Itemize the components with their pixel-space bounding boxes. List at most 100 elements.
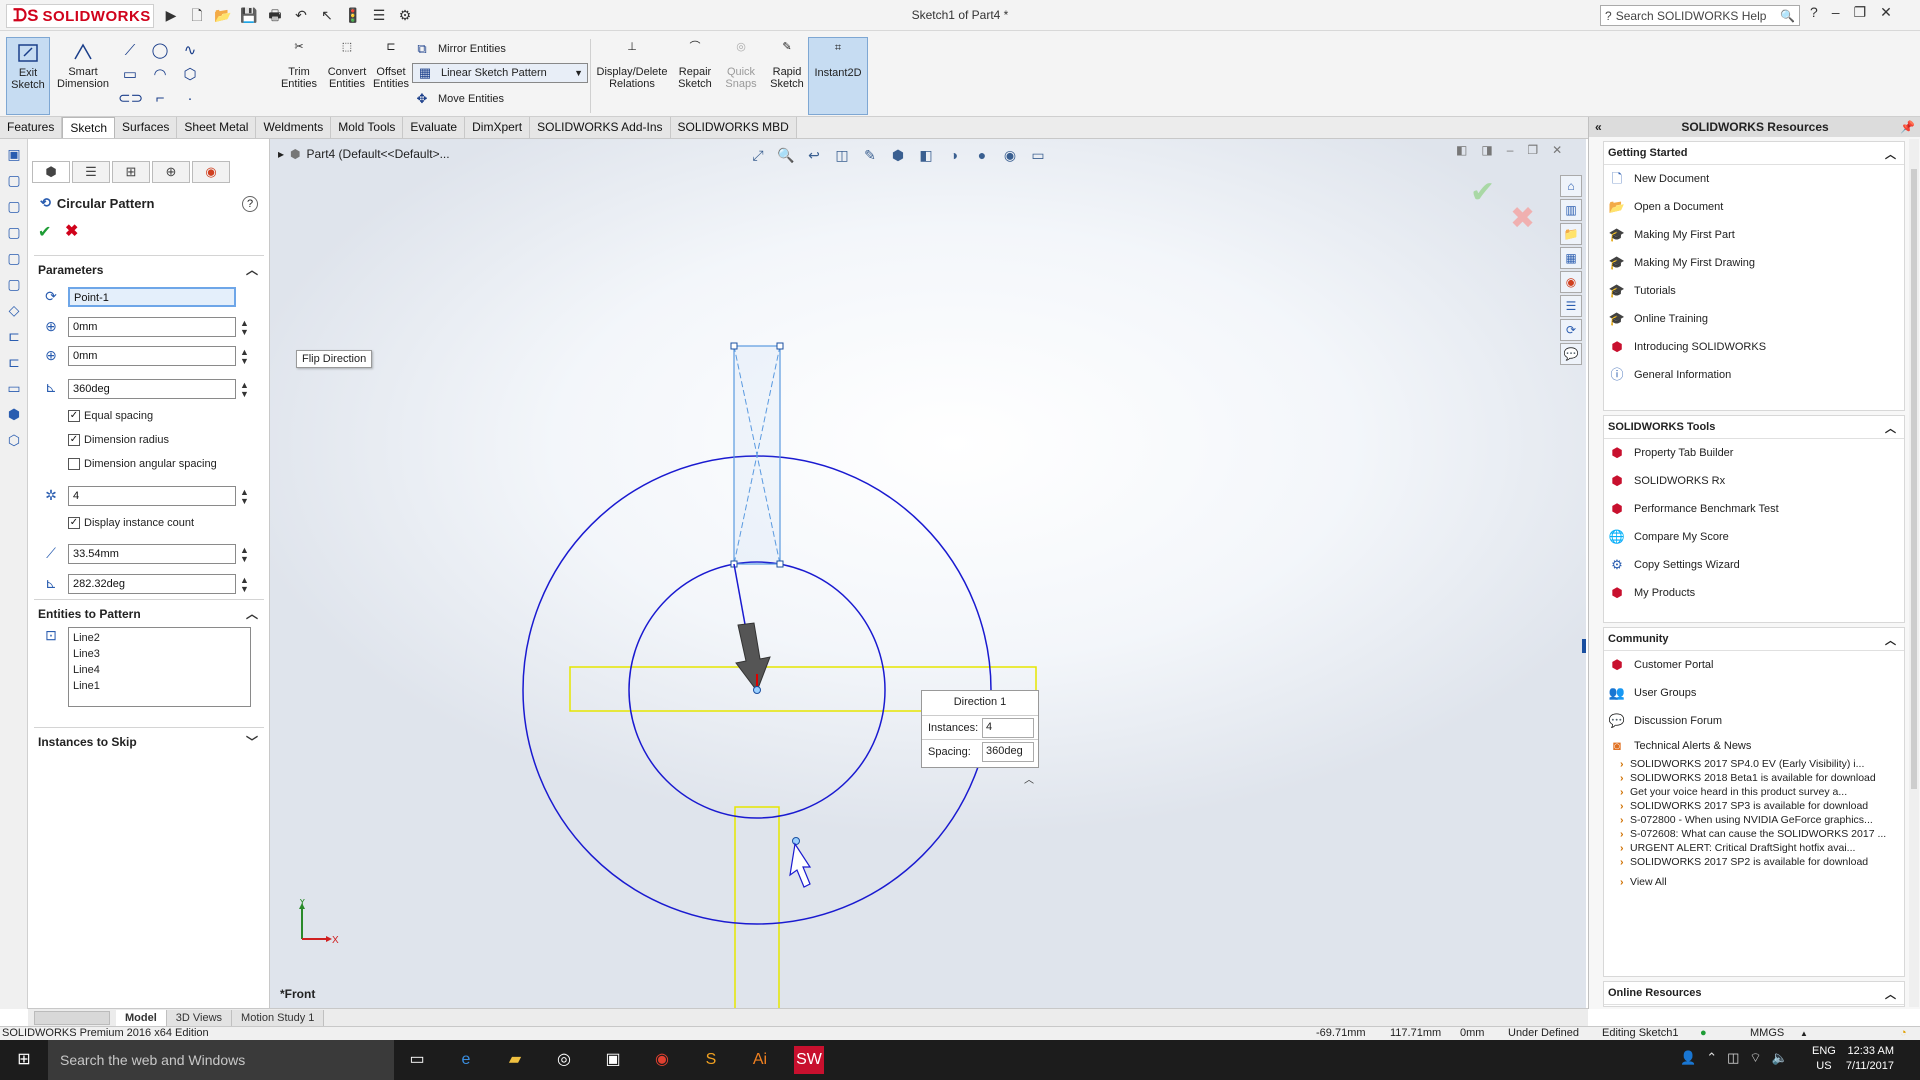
chevron-up-icon[interactable]: ︿ (1885, 420, 1896, 436)
appearances-icon[interactable]: ◉ (1560, 271, 1582, 293)
solidworks-forum-icon[interactable]: ⟳ (1560, 319, 1582, 341)
general-information-link[interactable]: ⓘ General Information (1604, 361, 1904, 389)
tab-sketch[interactable]: Sketch (62, 117, 116, 138)
first-part-link[interactable]: 🎓 Making My First Part (1604, 221, 1904, 249)
dimxpert-manager-tab-icon[interactable]: ⊕ (152, 161, 190, 183)
solidworks-tools-header[interactable]: SOLIDWORKS Tools ︿ (1604, 416, 1904, 439)
options-icon[interactable]: ⚙ (394, 5, 416, 25)
cube-icon[interactable]: ⬢ (3, 403, 25, 425)
center-x-stepper[interactable]: ▲ ▼ (240, 319, 249, 337)
print-icon[interactable]: 🖶 (264, 5, 286, 25)
news-item[interactable]: SOLIDWORKS 2017 SP2 is available for dow… (1604, 855, 1904, 869)
tab-navigation-arrows[interactable] (34, 1010, 110, 1025)
list-item[interactable]: Line1 (73, 678, 246, 694)
unit-system[interactable]: MMGS (1750, 1027, 1784, 1040)
mirror-entities-button[interactable]: ⧉ Mirror Entities (412, 39, 506, 59)
center-y-stepper[interactable]: ▲ ▼ (240, 348, 249, 366)
convert-icon[interactable]: ⊏ (3, 351, 25, 373)
save-icon[interactable]: 💾 (238, 5, 260, 25)
spacing-callout-field[interactable]: 360deg (982, 742, 1034, 762)
up-arrow-icon[interactable]: ⌃ (1706, 1050, 1717, 1066)
tab-sheet-metal[interactable]: Sheet Metal (177, 117, 257, 138)
customer-portal-link[interactable]: ⬢ Customer Portal (1604, 651, 1904, 679)
select-icon[interactable]: ↖ (316, 5, 338, 25)
chevron-down-icon[interactable]: ▼ (574, 68, 583, 78)
radius-field[interactable]: 33.54mm (68, 544, 236, 564)
edge-browser-icon[interactable]: e (451, 1046, 481, 1074)
news-item[interactable]: S-072608: What can cause the SOLIDWORKS … (1604, 827, 1904, 841)
angle-icon[interactable]: ⊾ (40, 377, 62, 399)
rebuild-status-icon[interactable]: ● (1700, 1027, 1707, 1040)
new-document-link[interactable]: 🗋 New Document (1604, 165, 1904, 193)
arc-angle-field[interactable]: 282.32deg (68, 574, 236, 594)
design-library-icon[interactable]: ▥ (1560, 199, 1582, 221)
display-instance-count-checkbox[interactable]: ✓ Display instance count (68, 517, 194, 529)
property-tab-builder-link[interactable]: ⬢ Property Tab Builder (1604, 439, 1904, 467)
equal-spacing-checkbox[interactable]: ✓ Equal spacing (68, 410, 153, 422)
chevron-up-icon[interactable]: ︿ (1885, 986, 1896, 1002)
introducing-solidworks-link[interactable]: ⬢ Introducing SOLIDWORKS (1604, 333, 1904, 361)
offset-icon[interactable]: ⊏ (3, 325, 25, 347)
ok-button[interactable]: ✔ (38, 222, 51, 242)
view-palette-icon[interactable]: ▦ (1560, 247, 1582, 269)
sketch-canvas[interactable] (270, 139, 1586, 1009)
system-clock[interactable]: 12:33 AM 7/11/2017 (1846, 1044, 1894, 1074)
angle-field[interactable]: 360deg (68, 379, 236, 399)
language-indicator[interactable]: ENG US (1812, 1044, 1836, 1074)
chevron-down-icon[interactable]: ﹀ (246, 733, 258, 750)
new-document-icon[interactable]: 🗋 (186, 5, 208, 25)
file-properties-icon[interactable]: ☰ (368, 5, 390, 25)
technical-alerts-link[interactable]: ◙ Technical Alerts & News (1604, 735, 1904, 757)
collapse-callout-icon[interactable]: ︿ (1024, 771, 1034, 786)
cut-icon[interactable]: ◇ (3, 299, 25, 321)
confirm-ok-icon[interactable]: ✔ (1470, 175, 1495, 210)
search-help-input[interactable]: ? Search SOLIDWORKS Help 🔍 (1600, 5, 1800, 26)
fillet-icon[interactable]: ⌐ (148, 89, 172, 109)
open-document-link[interactable]: 📂 Open a Document (1604, 193, 1904, 221)
trim-entities-button[interactable]: ✂ Trim Entities (276, 39, 322, 90)
first-drawing-link[interactable]: 🎓 Making My First Drawing (1604, 249, 1904, 277)
exit-sketch-button[interactable]: Exit Sketch (6, 37, 50, 115)
display-icon[interactable]: ▭ (3, 377, 25, 399)
solidworks-logo[interactable]: ᗪS SOLIDWORKS (6, 4, 154, 28)
undo-icon[interactable]: ↶ (290, 5, 312, 25)
tab-mold-tools[interactable]: Mold Tools (331, 117, 404, 138)
entities-to-pattern-header[interactable]: Entities to Pattern ︿ (38, 607, 260, 621)
feature-manager-tab-icon[interactable]: ☰ (72, 161, 110, 183)
online-resources-header[interactable]: Online Resources ︿ (1604, 982, 1904, 1005)
help-menu-button[interactable]: ? (1810, 4, 1818, 21)
community-header[interactable]: Community ︿ (1604, 628, 1904, 651)
instances-to-skip-header[interactable]: Instances to Skip ﹀ (38, 735, 260, 749)
news-item[interactable]: Get your voice heard in this product sur… (1604, 785, 1904, 799)
list-item[interactable]: Line4 (73, 662, 246, 678)
open-document-icon[interactable]: 📂 (212, 5, 234, 25)
list-item[interactable]: Line2 (73, 630, 246, 646)
property-manager-tab-icon[interactable]: ⬢ (32, 161, 70, 183)
solidworks-taskbar-icon[interactable]: SW (794, 1046, 824, 1074)
chrome-icon[interactable]: ◉ (647, 1046, 677, 1074)
view-all-link[interactable]: View All (1604, 875, 1904, 889)
instances-callout-field[interactable]: 4 (982, 718, 1034, 738)
windows-start-icon[interactable]: ⊞ (0, 1040, 48, 1080)
display-delete-relations-button[interactable]: ⊥ Display/Delete Relations (594, 39, 670, 90)
tab-mbd[interactable]: SOLIDWORKS MBD (670, 117, 797, 138)
layer-icon[interactable]: ▢ (3, 221, 25, 243)
feature-icon[interactable]: ▢ (3, 169, 25, 191)
store-icon[interactable]: ▣ (598, 1046, 628, 1074)
revolve-icon[interactable]: ▢ (3, 273, 25, 295)
radius-stepper[interactable]: ▲ ▼ (240, 546, 249, 564)
instant2d-button[interactable]: ⌗ Instant2D (808, 37, 868, 115)
tab-add-ins[interactable]: SOLIDWORKS Add-Ins (530, 117, 671, 138)
getting-started-header[interactable]: Getting Started ︿ (1604, 142, 1904, 165)
arc-icon[interactable]: ◠ (148, 65, 172, 85)
center-point-field[interactable]: Point-1 (68, 287, 236, 307)
minimize-icon[interactable]: – (1832, 4, 1840, 21)
parameters-header[interactable]: Parameters ︿ (38, 263, 260, 277)
taskbar-search[interactable]: Search the web and Windows (48, 1040, 394, 1080)
arc-angle-stepper[interactable]: ▲ ▼ (240, 576, 249, 594)
point-icon[interactable]: · (178, 89, 202, 109)
confirm-cancel-icon[interactable]: ✖ (1510, 201, 1535, 236)
extrude-icon[interactable]: ▢ (3, 247, 25, 269)
copy-settings-link[interactable]: ⚙ Copy Settings Wizard (1604, 551, 1904, 579)
file-explorer-icon[interactable]: 📁 (1560, 223, 1582, 245)
